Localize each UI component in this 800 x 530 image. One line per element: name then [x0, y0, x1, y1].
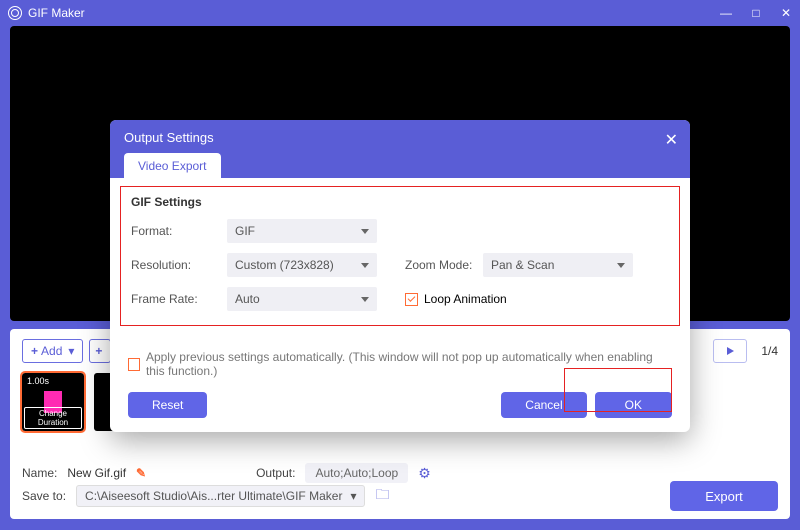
zoom-mode-label: Zoom Mode:: [405, 258, 483, 272]
framerate-value: Auto: [235, 292, 260, 306]
chevron-down-icon: [361, 297, 369, 302]
maximize-button[interactable]: □: [750, 7, 762, 19]
name-value: New Gif.gif: [67, 466, 126, 480]
modal-footer: Reset Cancel OK: [128, 392, 672, 418]
cancel-button[interactable]: Cancel: [501, 392, 586, 418]
name-label: Name:: [22, 466, 57, 480]
export-button[interactable]: Export: [670, 481, 778, 511]
gif-settings-highlight: GIF Settings Format: GIF Resolution: Cus…: [120, 186, 680, 326]
name-output-row: Name: New Gif.gif ✎ Output: Auto;Auto;Lo…: [22, 463, 778, 483]
modal-header: Output Settings ✕ Video Export: [110, 120, 690, 178]
tab-video-export[interactable]: Video Export: [124, 153, 221, 179]
open-folder-icon[interactable]: 🗀: [375, 484, 389, 508]
app-chrome: +Add▾ + 1/4 1.00s Change Duration + Name…: [0, 26, 800, 530]
save-to-label: Save to:: [22, 489, 66, 503]
apply-previous-row: Apply previous settings automatically. (…: [128, 350, 672, 378]
save-export-row: Save to: C:\Aiseesoft Studio\Ais...rter …: [22, 481, 778, 511]
loop-animation-label: Loop Animation: [424, 292, 507, 306]
format-dropdown[interactable]: GIF: [227, 219, 377, 243]
format-label: Format:: [131, 224, 227, 238]
thumbnail-duration: 1.00s: [24, 375, 52, 387]
window-title: GIF Maker: [28, 6, 720, 20]
gif-settings-heading: GIF Settings: [131, 195, 669, 209]
apply-previous-checkbox[interactable]: [128, 358, 140, 371]
add-secondary-button[interactable]: +: [89, 339, 111, 363]
close-window-button[interactable]: ✕: [780, 7, 792, 19]
output-label: Output:: [256, 466, 295, 480]
framerate-label: Frame Rate:: [131, 292, 227, 306]
save-path-value: C:\Aiseesoft Studio\Ais...rter Ultimate\…: [85, 489, 342, 503]
format-value: GIF: [235, 224, 255, 238]
play-button[interactable]: [713, 339, 747, 363]
thumbnail[interactable]: 1.00s Change Duration: [22, 373, 84, 431]
resolution-dropdown[interactable]: Custom (723x828): [227, 253, 377, 277]
output-value: Auto;Auto;Loop: [305, 463, 408, 483]
reset-button[interactable]: Reset: [128, 392, 207, 418]
save-path-dropdown[interactable]: C:\Aiseesoft Studio\Ais...rter Ultimate\…: [76, 485, 365, 507]
ok-button[interactable]: OK: [595, 392, 672, 418]
output-settings-icon[interactable]: ⚙: [418, 465, 431, 482]
modal-body: GIF Settings Format: GIF Resolution: Cus…: [110, 178, 690, 432]
chevron-down-icon: [361, 229, 369, 234]
loop-animation-checkbox[interactable]: [405, 293, 418, 306]
play-icon: [727, 347, 734, 355]
titlebar: GIF Maker ― □ ✕: [0, 0, 800, 26]
frame-counter: 1/4: [761, 344, 778, 358]
modal-close-icon[interactable]: ✕: [665, 130, 678, 150]
edit-name-icon[interactable]: ✎: [136, 466, 146, 480]
chevron-down-icon: [361, 263, 369, 268]
add-button[interactable]: +Add▾: [22, 339, 83, 363]
output-settings-modal: Output Settings ✕ Video Export GIF Setti…: [110, 120, 690, 432]
change-duration-button[interactable]: Change Duration: [24, 407, 82, 429]
zoom-mode-value: Pan & Scan: [491, 258, 554, 272]
resolution-value: Custom (723x828): [235, 258, 334, 272]
framerate-dropdown[interactable]: Auto: [227, 287, 377, 311]
add-label: Add: [41, 344, 62, 358]
apply-previous-label: Apply previous settings automatically. (…: [146, 350, 672, 378]
zoom-mode-dropdown[interactable]: Pan & Scan: [483, 253, 633, 277]
minimize-button[interactable]: ―: [720, 7, 732, 19]
app-logo-icon: [8, 6, 22, 20]
resolution-label: Resolution:: [131, 258, 227, 272]
modal-title: Output Settings: [124, 130, 676, 145]
chevron-down-icon: [617, 263, 625, 268]
